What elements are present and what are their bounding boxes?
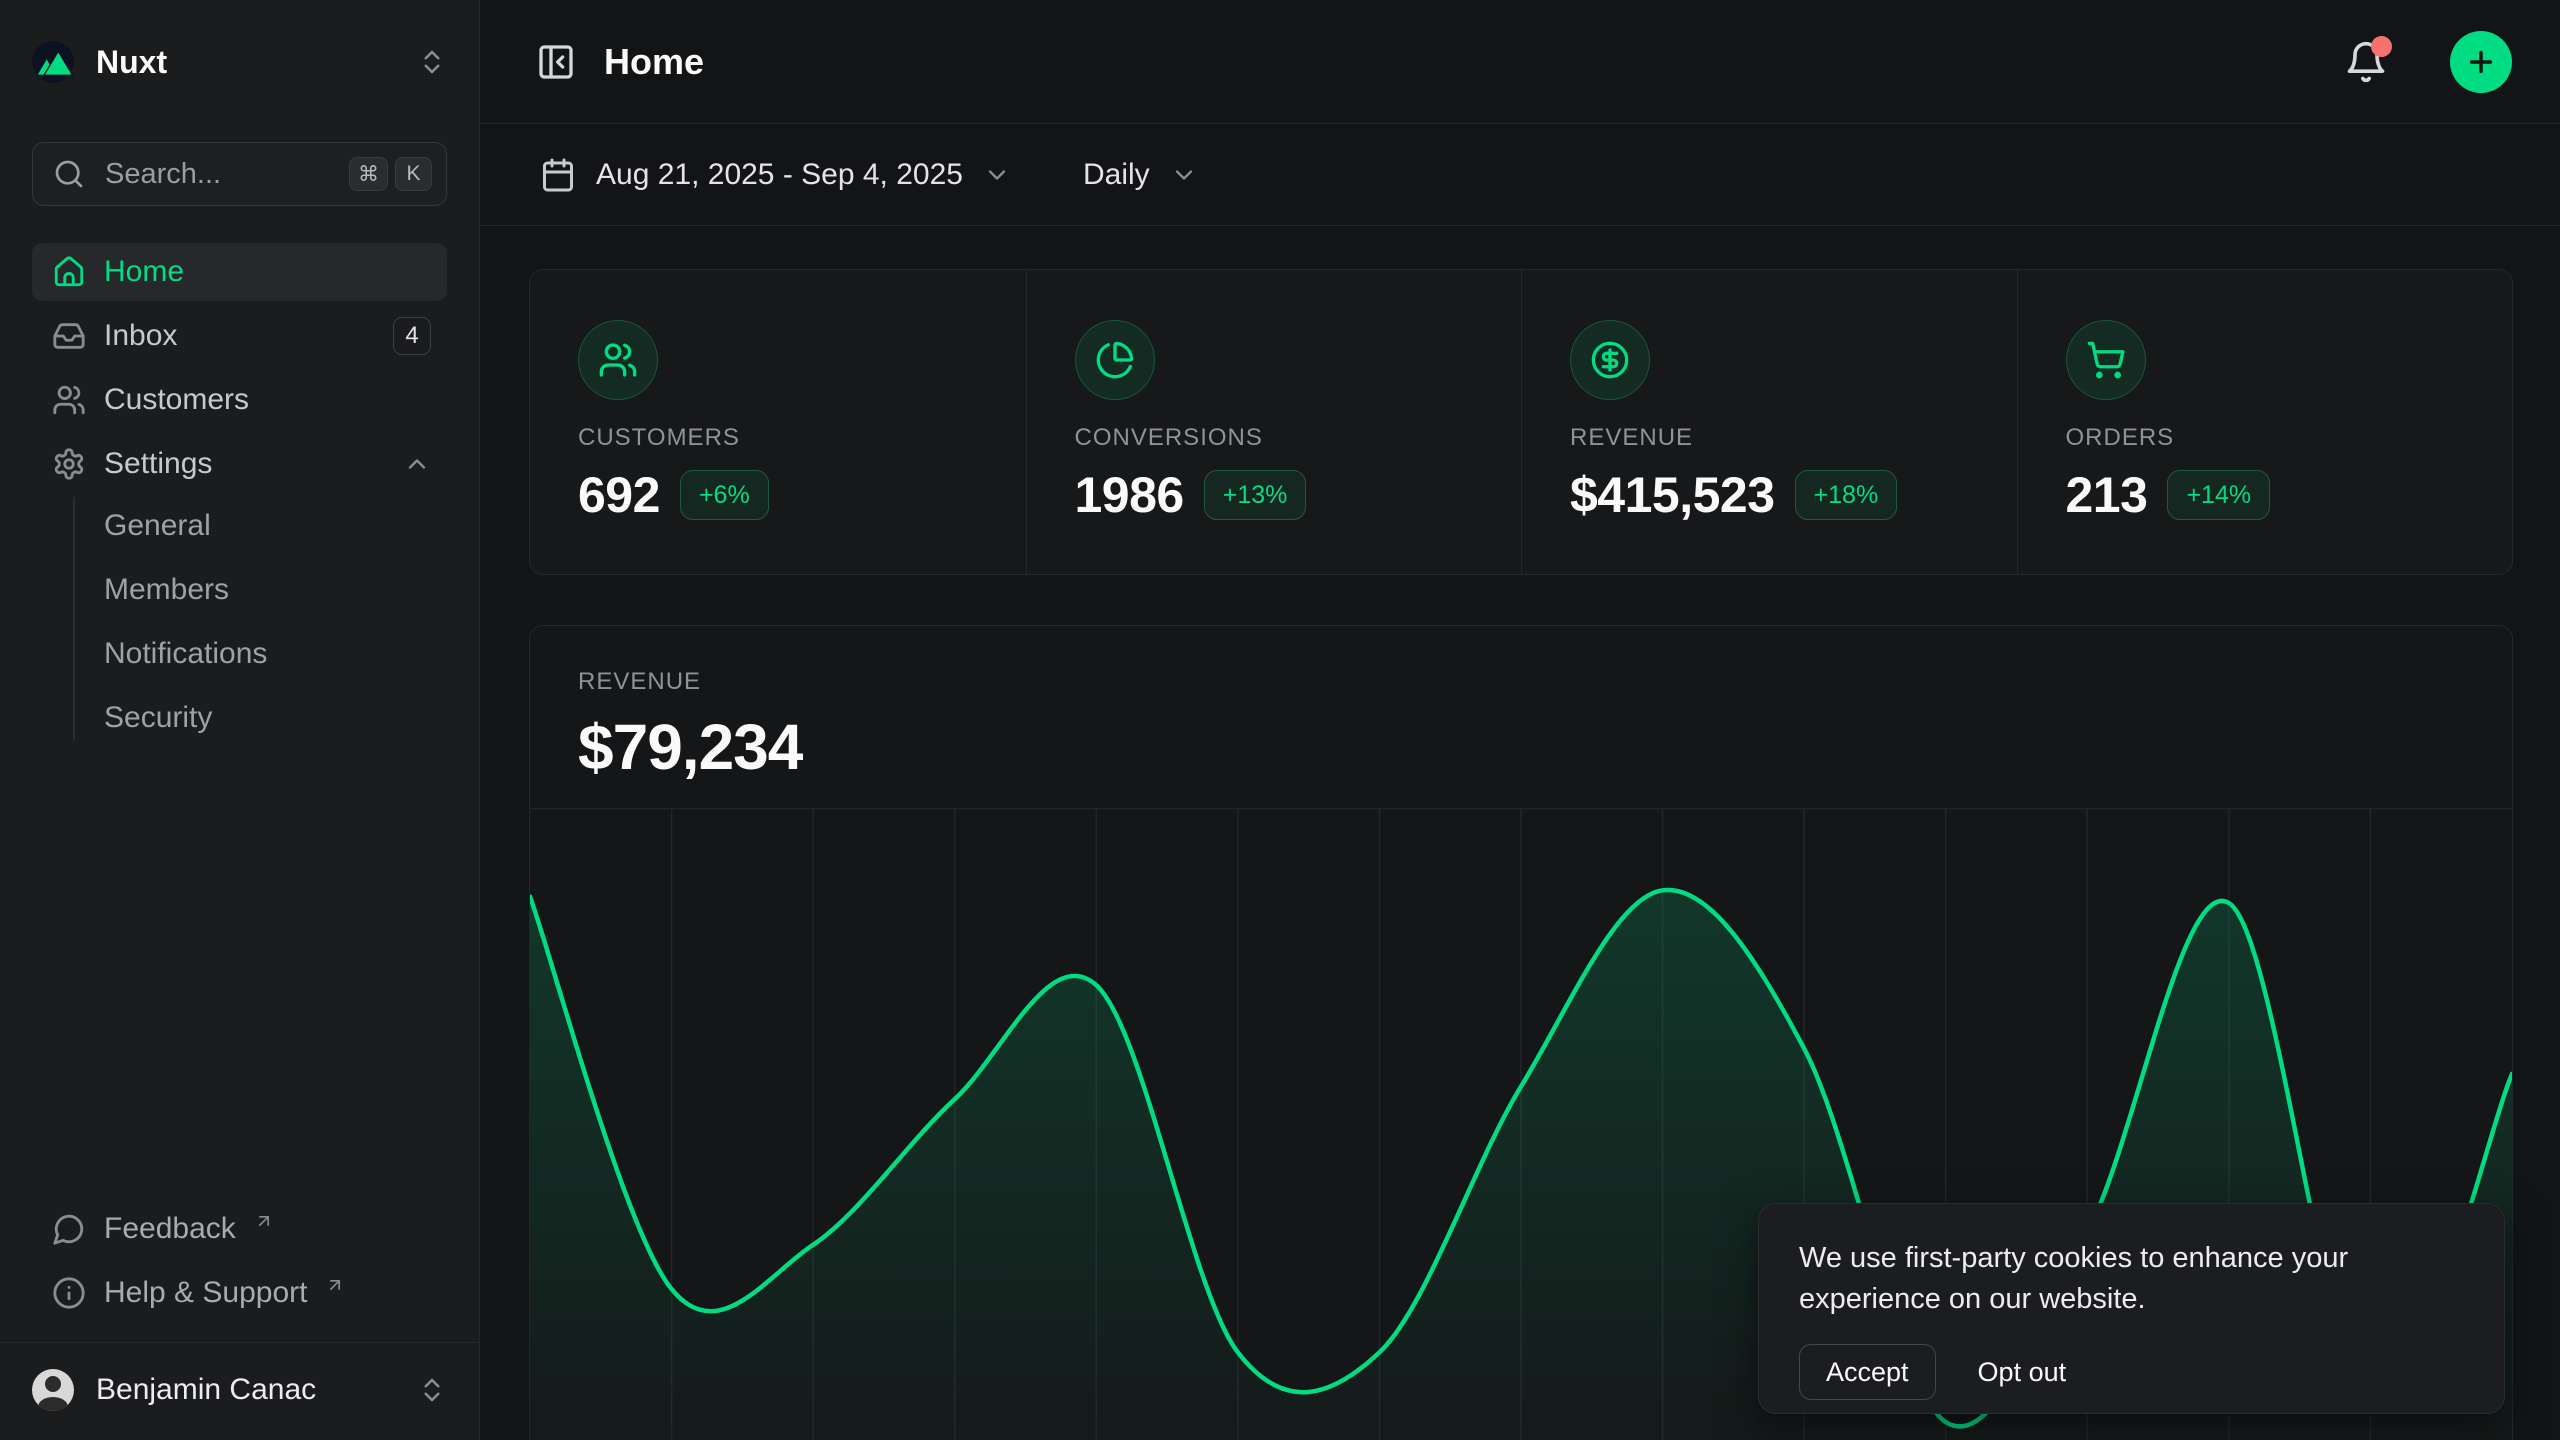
feedback-link[interactable]: Feedback xyxy=(32,1200,447,1258)
inbox-icon xyxy=(52,319,86,353)
chevrons-up-down-icon xyxy=(417,1375,447,1405)
cookie-banner: We use first-party cookies to enhance yo… xyxy=(1758,1203,2505,1414)
stat-value: 1986 xyxy=(1075,466,1184,524)
sidebar-item-inbox[interactable]: Inbox 4 xyxy=(32,307,447,365)
date-range-value: Aug 21, 2025 - Sep 4, 2025 xyxy=(596,158,963,192)
pie-chart-icon xyxy=(1075,320,1155,400)
sidebar-collapse-button[interactable] xyxy=(536,42,576,82)
stat-card-orders[interactable]: ORDERS 213 +14% xyxy=(2017,270,2513,574)
stat-card-revenue[interactable]: REVENUE $415,523 +18% xyxy=(1521,270,2017,574)
stat-delta-badge: +6% xyxy=(680,470,769,520)
stat-label: CUSTOMERS xyxy=(578,424,986,452)
sidebar-item-settings[interactable]: Settings xyxy=(32,435,447,493)
search-icon xyxy=(53,158,85,190)
sidebar-item-home[interactable]: Home xyxy=(32,243,447,301)
sidebar-footer: Feedback Help & Support xyxy=(32,1200,447,1322)
user-menu[interactable]: Benjamin Canac xyxy=(32,1360,447,1420)
revenue-chart-total: $79,234 xyxy=(578,710,2512,784)
interval-select[interactable]: Daily xyxy=(1083,158,1198,192)
sidebar-divider xyxy=(0,1342,479,1343)
stat-card-customers[interactable]: CUSTOMERS 692 +6% xyxy=(530,270,1026,574)
user-avatar xyxy=(32,1369,74,1411)
chevron-down-icon xyxy=(1170,161,1198,189)
add-button[interactable] xyxy=(2450,31,2512,93)
stat-value: 692 xyxy=(578,466,660,524)
subnav-guide-line xyxy=(73,497,75,741)
date-range-picker[interactable]: Aug 21, 2025 - Sep 4, 2025 xyxy=(540,157,1011,193)
calendar-icon xyxy=(540,157,576,193)
filters-toolbar: Aug 21, 2025 - Sep 4, 2025 Daily xyxy=(480,124,2560,226)
dollar-circle-icon xyxy=(1570,320,1650,400)
message-circle-icon xyxy=(52,1212,86,1246)
search-shortcut: ⌘ K xyxy=(349,157,432,191)
settings-subnav: General Members Notifications Security xyxy=(32,497,447,747)
stat-delta-badge: +14% xyxy=(2167,470,2270,520)
sidebar-item-members[interactable]: Members xyxy=(32,561,447,619)
sidebar-nav: Home Inbox 4 Customers Settings xyxy=(32,243,447,493)
stats-cards: CUSTOMERS 692 +6% CONVERSIONS 1986 +13% xyxy=(529,269,2513,575)
stat-delta-badge: +18% xyxy=(1795,470,1898,520)
sidebar-item-general[interactable]: General xyxy=(32,497,447,555)
kbd-cmd: ⌘ xyxy=(349,157,388,191)
cookie-message: We use first-party cookies to enhance yo… xyxy=(1799,1238,2439,1320)
stat-value: 213 xyxy=(2066,466,2148,524)
kbd-k: K xyxy=(395,157,432,191)
interval-value: Daily xyxy=(1083,158,1150,192)
help-support-link[interactable]: Help & Support xyxy=(32,1264,447,1322)
dashboard-root: Nuxt Search... ⌘ K Home xyxy=(0,0,2560,1440)
inbox-badge: 4 xyxy=(393,317,431,355)
shopping-cart-icon xyxy=(2066,320,2146,400)
stat-label: REVENUE xyxy=(1570,424,1977,452)
plus-icon xyxy=(2465,46,2497,78)
info-circle-icon xyxy=(52,1276,86,1310)
house-icon xyxy=(52,255,86,289)
chevrons-up-down-icon xyxy=(417,47,447,77)
arrow-up-right-icon xyxy=(254,1211,274,1231)
workspace-switcher[interactable]: Nuxt xyxy=(32,30,447,94)
user-name: Benjamin Canac xyxy=(96,1373,395,1407)
sidebar: Nuxt Search... ⌘ K Home xyxy=(0,0,480,1440)
sidebar-item-security[interactable]: Security xyxy=(32,689,447,747)
stat-delta-badge: +13% xyxy=(1204,470,1307,520)
panel-left-close-icon xyxy=(536,42,576,82)
users-icon xyxy=(52,383,86,417)
optout-cookies-button[interactable]: Opt out xyxy=(1978,1357,2067,1388)
users-icon xyxy=(578,320,658,400)
chevron-down-icon xyxy=(983,161,1011,189)
nuxt-logo-icon xyxy=(32,41,74,83)
stat-label: ORDERS xyxy=(2066,424,2473,452)
notification-dot xyxy=(2371,36,2392,57)
accept-cookies-button[interactable]: Accept xyxy=(1799,1344,1936,1400)
sidebar-item-notifications[interactable]: Notifications xyxy=(32,625,447,683)
page-header: Home xyxy=(480,0,2560,124)
search-input[interactable]: Search... ⌘ K xyxy=(32,142,447,206)
page-title: Home xyxy=(604,41,2316,83)
sidebar-item-customers[interactable]: Customers xyxy=(32,371,447,429)
revenue-chart-label: REVENUE xyxy=(578,668,2512,696)
stat-value: $415,523 xyxy=(1570,466,1775,524)
notifications-button[interactable] xyxy=(2344,40,2388,84)
gear-icon xyxy=(52,447,86,481)
search-placeholder: Search... xyxy=(105,158,329,191)
workspace-name: Nuxt xyxy=(96,44,395,81)
stat-card-conversions[interactable]: CONVERSIONS 1986 +13% xyxy=(1026,270,1522,574)
chevron-up-icon xyxy=(403,450,431,478)
stat-label: CONVERSIONS xyxy=(1075,424,1482,452)
arrow-up-right-icon xyxy=(325,1275,345,1295)
